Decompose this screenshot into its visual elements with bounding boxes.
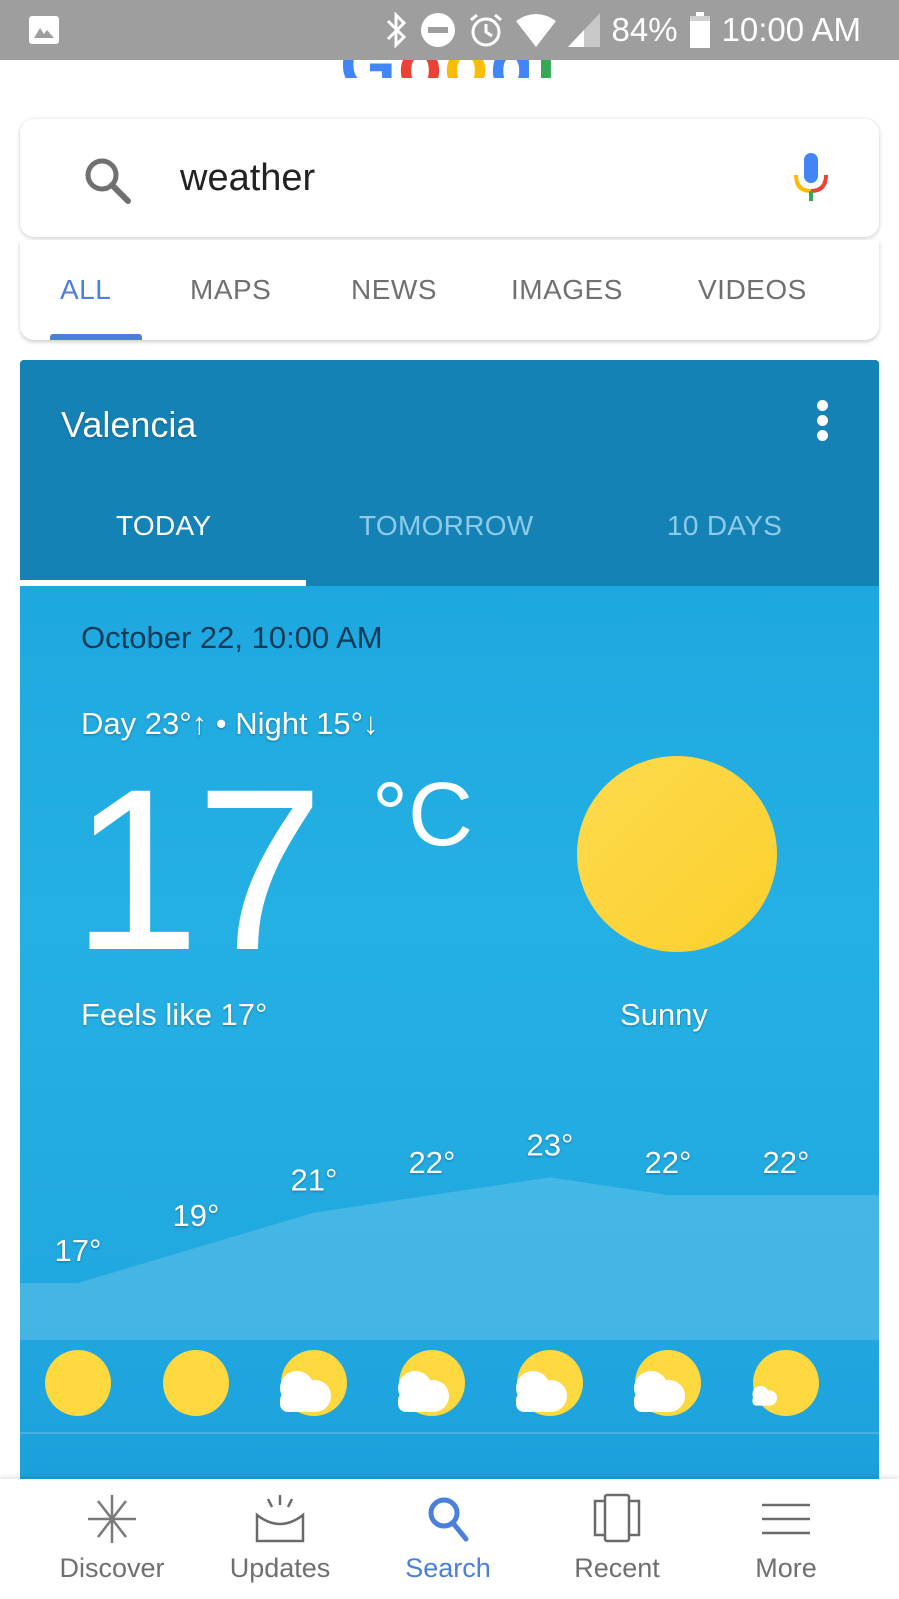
hourly-temperature-chart: 17° 19° 21° 22° 23° 22° 22°	[20, 1127, 879, 1340]
nav-label-more: More	[755, 1553, 817, 1583]
nav-discover[interactable]: Discover	[32, 1479, 192, 1599]
sun-icon	[577, 756, 777, 952]
temperature-unit[interactable]: °C	[372, 770, 473, 860]
wifi-icon	[515, 13, 556, 47]
cloud-icon	[398, 1371, 449, 1412]
cell-signal-icon	[567, 13, 600, 47]
active-tab-indicator	[50, 334, 142, 340]
search-icon[interactable]	[82, 155, 132, 210]
microphone-icon[interactable]	[793, 153, 829, 208]
weather-card: Valencia TODAY TOMORROW 10 DAYS October …	[20, 360, 879, 1480]
nav-recent[interactable]: Recent	[537, 1479, 697, 1599]
weather-tab-10-days[interactable]: 10 DAYS	[667, 510, 782, 542]
city-name: Valencia	[61, 404, 197, 445]
feels-like: Feels like 17°	[81, 997, 268, 1032]
status-bar: 84% 10:00 AM	[0, 0, 899, 60]
nav-search[interactable]: Search	[368, 1479, 528, 1599]
partly-cloudy-icon	[398, 1350, 467, 1418]
menu-icon	[760, 1493, 812, 1550]
search-bar[interactable]: weather	[20, 119, 879, 237]
temperature-label: 17°	[55, 1233, 102, 1268]
temperature-label: 21°	[291, 1163, 338, 1198]
tab-maps[interactable]: MAPS	[190, 274, 271, 306]
cloud-icon	[634, 1371, 685, 1412]
weather-condition: Sunny	[620, 997, 708, 1032]
nav-label-recent: Recent	[574, 1553, 660, 1583]
weather-tab-tomorrow[interactable]: TOMORROW	[359, 510, 534, 542]
battery-icon	[689, 12, 710, 48]
partly-cloudy-icon	[516, 1350, 585, 1418]
nav-label-updates: Updates	[229, 1553, 331, 1583]
temperature-area	[20, 1177, 879, 1340]
cloud-icon	[752, 1385, 778, 1406]
partly-cloudy-icon	[280, 1350, 349, 1418]
search-tabs: ALL MAPS NEWS IMAGES VIDEOS	[20, 240, 879, 340]
card-divider	[20, 1432, 879, 1434]
sun-shape	[45, 1350, 111, 1416]
sun-shape	[163, 1350, 229, 1416]
day-night-temps: Day 23°↑ • Night 15°↓	[81, 706, 379, 741]
weather-tab-indicator	[20, 580, 306, 586]
weather-tab-today[interactable]: TODAY	[116, 510, 211, 542]
tab-images[interactable]: IMAGES	[511, 274, 623, 306]
recent-icon	[591, 1493, 643, 1550]
temperature-label: 22°	[409, 1145, 456, 1180]
alarm-icon	[468, 12, 504, 48]
cloud-icon	[280, 1371, 331, 1412]
cloud-icon	[516, 1371, 567, 1412]
date-time: October 22, 10:00 AM	[81, 620, 383, 655]
temperature-label: 22°	[763, 1145, 810, 1180]
tab-all[interactable]: ALL	[60, 274, 111, 306]
updates-icon	[254, 1493, 306, 1550]
discover-icon	[86, 1493, 138, 1550]
status-icons: 84% 10:00 AM	[386, 0, 861, 60]
do-not-disturb-icon	[420, 12, 456, 48]
nav-more[interactable]: More	[706, 1479, 866, 1599]
current-temperature: 17	[72, 741, 324, 998]
tab-news[interactable]: NEWS	[351, 274, 437, 306]
partly-cloudy-icon	[634, 1350, 703, 1418]
bluetooth-icon	[386, 12, 408, 48]
nav-label-discover: Discover	[59, 1553, 165, 1583]
search-input[interactable]: weather	[180, 157, 315, 200]
clock: 10:00 AM	[721, 11, 861, 48]
hourly-icons	[20, 1350, 879, 1430]
image-notification-icon	[29, 16, 59, 44]
sun-icon	[45, 1350, 113, 1418]
bottom-navigation: Discover Updates Search Recent More	[0, 1479, 899, 1599]
nav-updates[interactable]: Updates	[200, 1479, 360, 1599]
sun-icon	[163, 1350, 231, 1418]
weather-header: Valencia TODAY TOMORROW 10 DAYS	[20, 360, 879, 586]
search-icon	[422, 1493, 474, 1550]
temperature-label: 19°	[173, 1198, 220, 1233]
partly-cloudy-icon	[752, 1350, 821, 1418]
temperature-label: 23°	[527, 1127, 574, 1162]
nav-label-search: Search	[405, 1553, 491, 1583]
more-options-icon[interactable]	[815, 400, 829, 444]
tab-videos[interactable]: VIDEOS	[698, 274, 807, 306]
battery-percent: 84%	[611, 11, 678, 48]
temperature-label: 22°	[645, 1145, 692, 1180]
